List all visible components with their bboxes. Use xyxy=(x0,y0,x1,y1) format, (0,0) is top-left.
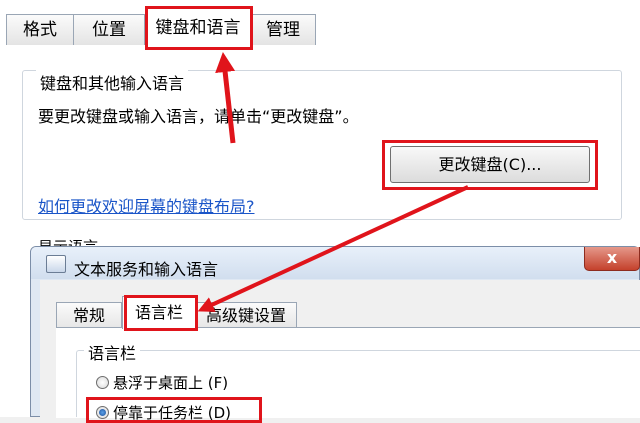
dialog-tab-advanced-key-settings[interactable]: 高级键设置 xyxy=(195,302,297,328)
highlight-box-language-bar-tab xyxy=(124,295,198,331)
dialog-title: 文本服务和输入语言 xyxy=(74,260,219,279)
close-icon: x xyxy=(606,248,618,267)
radio-label-float: 悬浮于桌面上 (F) xyxy=(113,374,229,392)
dialog-tab-general[interactable]: 常规 xyxy=(56,302,122,328)
welcome-screen-keyboard-link[interactable]: 如何更改欢迎屏幕的键盘布局? xyxy=(38,193,255,217)
tab-bar: 格式 位置 键盘和语言 管理 xyxy=(0,0,640,47)
tab-administrative[interactable]: 管理 xyxy=(250,14,316,45)
tab-location[interactable]: 位置 xyxy=(73,14,145,45)
radio-float-on-desktop[interactable]: 悬浮于桌面上 (F) xyxy=(96,372,228,393)
highlight-box-keyboard-tab xyxy=(145,6,253,50)
keyboard-app-icon xyxy=(46,255,66,273)
radio-circle[interactable] xyxy=(96,376,109,389)
highlight-box-change-keyboard xyxy=(382,140,598,190)
tab-format[interactable]: 格式 xyxy=(6,14,74,45)
dialog-close-button[interactable]: x xyxy=(584,247,640,271)
keyboard-description: 要更改键盘或输入语言，请单击“更改键盘”。 xyxy=(38,107,359,126)
highlight-box-dock-option xyxy=(86,397,262,423)
keyboard-group-title: 键盘和其他输入语言 xyxy=(36,70,189,94)
language-bar-group-title: 语言栏 xyxy=(84,340,141,364)
